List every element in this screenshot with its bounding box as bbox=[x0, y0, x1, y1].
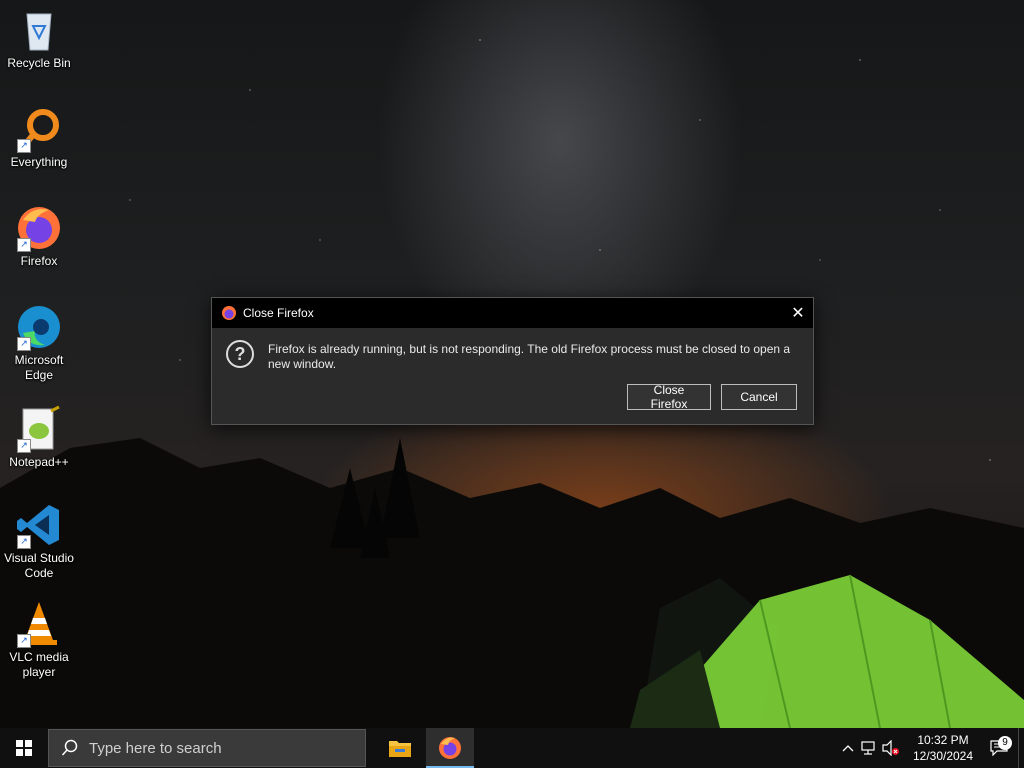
notification-badge: 9 bbox=[998, 736, 1012, 750]
taskbar-search-box[interactable]: Type here to search bbox=[48, 729, 366, 767]
shortcut-arrow-icon: ↗ bbox=[17, 337, 31, 351]
firefox-icon: ↗ bbox=[15, 204, 63, 252]
desktop-icon-vscode[interactable]: ↗ Visual Studio Code bbox=[2, 501, 76, 581]
folder-icon bbox=[389, 741, 411, 757]
desktop-icon-label: Firefox bbox=[20, 254, 58, 268]
action-center-button[interactable]: 9 bbox=[984, 736, 1014, 756]
clock-date: 12/30/2024 bbox=[912, 749, 974, 763]
shortcut-arrow-icon: ↗ bbox=[17, 439, 31, 453]
question-icon: ? bbox=[226, 340, 254, 368]
close-firefox-button[interactable]: Close Firefox bbox=[627, 383, 711, 411]
show-desktop-button[interactable] bbox=[1018, 728, 1024, 768]
taskbar-file-explorer[interactable] bbox=[376, 728, 424, 768]
close-icon: ✕ bbox=[791, 305, 805, 322]
shortcut-arrow-icon: ↗ bbox=[17, 139, 31, 153]
desktop-icon-vlc[interactable]: ↗ VLC media player bbox=[2, 600, 76, 680]
desktop-icon-label: Microsoft Edge bbox=[14, 353, 64, 382]
dialog-title: Close Firefox bbox=[243, 306, 314, 320]
windows-logo-icon bbox=[16, 740, 32, 756]
desktop-icon-recycle-bin[interactable]: Recycle Bin bbox=[2, 6, 76, 71]
shortcut-arrow-icon: ↗ bbox=[17, 238, 31, 252]
desktop-icon-label: Notepad++ bbox=[9, 455, 69, 469]
dialog-body: ? Firefox is already running, but is not… bbox=[212, 328, 813, 424]
desktop: Recycle Bin ↗ Everything ↗ Firefox ↗ Mic… bbox=[0, 0, 1024, 768]
search-icon bbox=[61, 739, 78, 756]
taskbar-firefox[interactable] bbox=[426, 728, 474, 768]
shortcut-arrow-icon: ↗ bbox=[17, 634, 31, 648]
cancel-button[interactable]: Cancel bbox=[721, 384, 797, 410]
tray-network[interactable] bbox=[858, 741, 880, 755]
desktop-icon-microsoft-edge[interactable]: ↗ Microsoft Edge bbox=[2, 303, 76, 383]
everything-search-icon: ↗ bbox=[15, 105, 63, 153]
system-tray: 10:32 PM 12/30/2024 9 bbox=[838, 728, 1024, 768]
start-button[interactable] bbox=[0, 728, 48, 768]
firefox-icon bbox=[222, 306, 236, 320]
dialog-titlebar[interactable]: Close Firefox ✕ bbox=[212, 298, 813, 328]
desktop-icon-notepadpp[interactable]: ↗ Notepad++ bbox=[2, 405, 76, 470]
desktop-icon-label: Recycle Bin bbox=[7, 56, 71, 70]
firefox-icon bbox=[439, 737, 461, 759]
desktop-icon-everything[interactable]: ↗ Everything bbox=[2, 105, 76, 170]
taskbar-clock[interactable]: 10:32 PM 12/30/2024 bbox=[908, 732, 978, 764]
vscode-icon: ↗ bbox=[15, 501, 63, 549]
desktop-icon-label: Everything bbox=[10, 155, 68, 169]
close-firefox-dialog: Close Firefox ✕ ? Firefox is already run… bbox=[211, 297, 814, 425]
volume-muted-icon bbox=[882, 740, 899, 756]
desktop-icon-firefox[interactable]: ↗ Firefox bbox=[2, 204, 76, 269]
taskbar: Type here to search 10:32 PM 12/30/2024 … bbox=[0, 728, 1024, 768]
network-icon bbox=[861, 741, 875, 755]
tray-overflow-chevron[interactable] bbox=[838, 744, 858, 752]
clock-time: 10:32 PM bbox=[917, 733, 969, 747]
notepadpp-icon: ↗ bbox=[15, 405, 63, 453]
desktop-icon-label: Visual Studio Code bbox=[4, 551, 74, 580]
dialog-close-button[interactable]: ✕ bbox=[783, 298, 813, 328]
recycle-bin-icon bbox=[15, 6, 63, 54]
edge-icon: ↗ bbox=[15, 303, 63, 351]
vlc-icon: ↗ bbox=[15, 600, 63, 648]
dialog-message: Firefox is already running, but is not r… bbox=[268, 342, 791, 371]
search-placeholder: Type here to search bbox=[89, 739, 222, 757]
desktop-icon-label: VLC media player bbox=[9, 650, 69, 679]
chevron-up-icon bbox=[842, 745, 854, 752]
tray-volume[interactable] bbox=[880, 740, 902, 756]
shortcut-arrow-icon: ↗ bbox=[17, 535, 31, 549]
